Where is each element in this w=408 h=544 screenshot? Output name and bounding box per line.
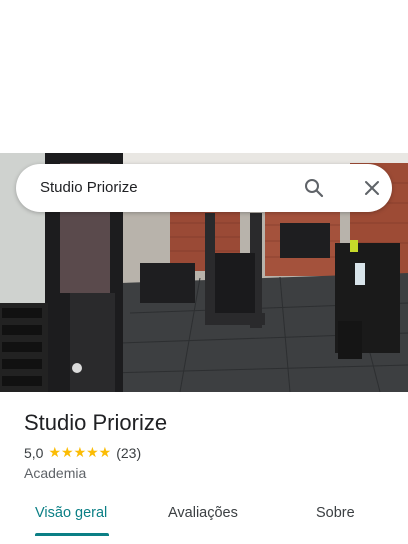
search-icon[interactable] [304, 178, 324, 198]
tab-about[interactable]: Sobre [316, 505, 355, 521]
active-tab-indicator [35, 533, 109, 536]
rating-row[interactable]: 5,0 ★★★★★ (23) [24, 444, 141, 461]
tab-overview[interactable]: Visão geral [35, 505, 107, 521]
tab-reviews[interactable]: Avaliações [168, 505, 238, 521]
search-input[interactable]: Studio Priorize [40, 179, 138, 196]
review-count[interactable]: (23) [116, 445, 141, 461]
search-bar[interactable]: Studio Priorize [16, 164, 392, 212]
place-category: Academia [24, 465, 87, 481]
place-name: Studio Priorize [24, 410, 168, 435]
star-rating: ★★★★★ [48, 444, 112, 460]
close-icon[interactable] [362, 178, 382, 198]
rating-value: 5,0 [24, 444, 44, 461]
